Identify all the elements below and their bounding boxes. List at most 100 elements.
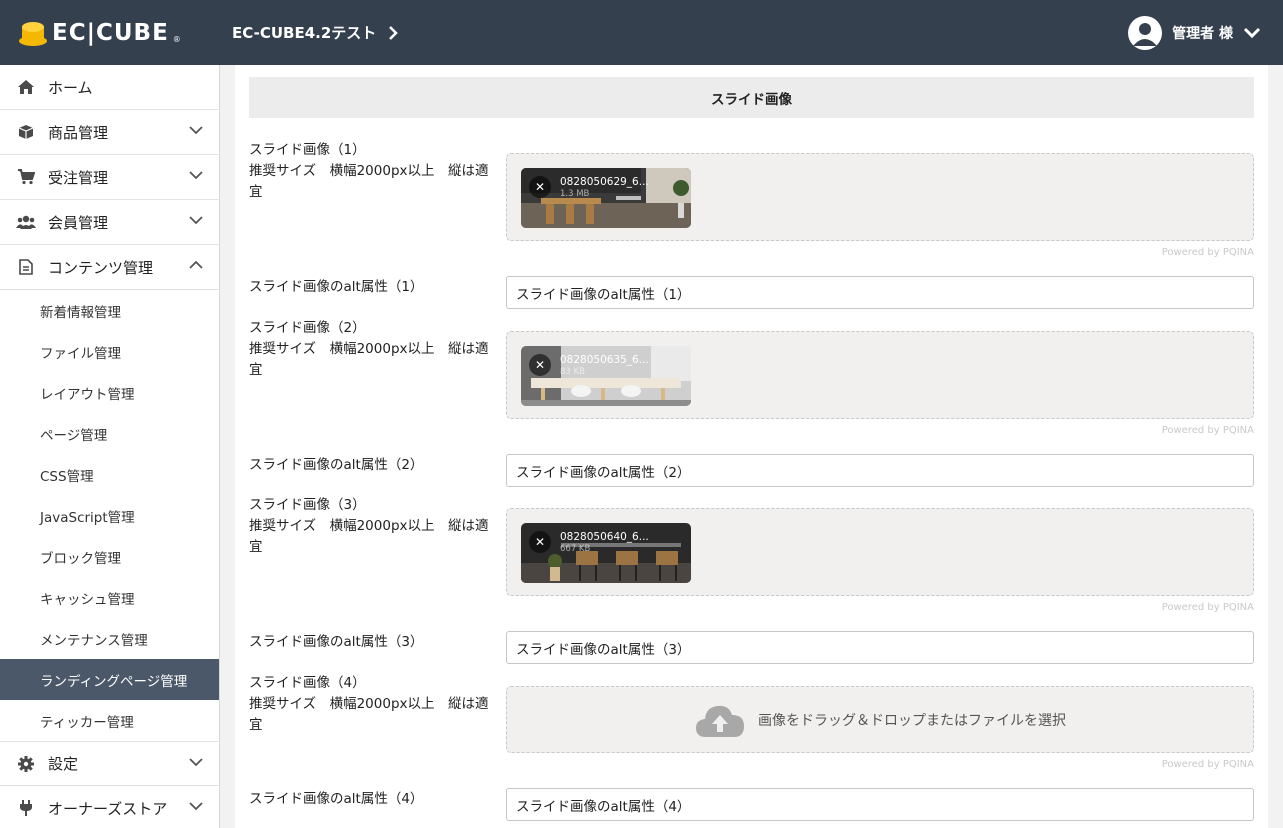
users-icon [16,212,36,232]
file-name: 0828050640_6... [560,531,649,543]
ec-cube-logo[interactable]: EC|CUBE ® [18,18,181,48]
slide-label-title: スライド画像（1） [249,142,366,158]
sidebar-subitem-news[interactable]: 新着情報管理 [0,290,219,331]
slide-label-title: スライド画像（2） [249,320,366,336]
sidebar-subitem-maintenance[interactable]: メンテナンス管理 [0,618,219,659]
image-dropzone[interactable]: ✕ 0828050635_6... 83 KB [506,331,1254,419]
alt-label: スライド画像のalt属性（2） [249,457,424,473]
powered-by-pqina[interactable]: Powered by PQINA [1162,759,1254,770]
sidebar-item-label: オーナーズストア [48,799,168,818]
powered-by-pqina[interactable]: Powered by PQINA [1162,602,1254,613]
file-size: 83 KB [560,367,585,377]
sidebar-item-contents[interactable]: コンテンツ管理 [0,245,219,290]
image-thumbnail: ✕ 0828050635_6... 83 KB [521,346,691,406]
user-menu[interactable]: 管理者 様 [1128,16,1261,50]
file-icon [16,257,36,277]
shop-name-link[interactable]: EC-CUBE4.2テスト [232,22,399,43]
image-dropzone[interactable]: ✕ 0828050640_6... 667 KB [506,508,1254,596]
sidebar: ホーム 商品管理 受注管理 会員管理 コンテンツ管理 新着情報管理 ファイル管理… [0,65,220,828]
slide-label-title: スライド画像（3） [249,497,366,513]
sidebar-subitem-ticker[interactable]: ティッカー管理 [0,700,219,741]
sidebar-item-label: 設定 [48,755,79,773]
chevron-down-icon [189,171,203,180]
chevron-down-icon [1243,27,1261,39]
sidebar-item-home[interactable]: ホーム [0,65,219,110]
file-size: 1.3 MB [560,189,590,199]
slide-label-size-cont: 宜 [249,184,263,200]
image-dropzone[interactable]: 画像をドラッグ＆ドロップまたはファイルを選択 [506,686,1254,753]
slide-label-size: 推奨サイズ 横幅2000px以上 縦は適 [249,696,489,712]
sidebar-item-label: コンテンツ管理 [48,258,154,277]
slide-label-size-cont: 宜 [249,539,263,555]
slide-label-size-cont: 宜 [249,717,263,733]
cloud-upload-icon [696,705,744,737]
sidebar-item-orders[interactable]: 受注管理 [0,155,219,200]
slide-label-size-cont: 宜 [249,362,263,378]
remove-image-button[interactable]: ✕ [529,354,551,376]
chevron-down-icon [189,216,203,225]
sidebar-item-members[interactable]: 会員管理 [0,200,219,245]
alt-input[interactable] [506,454,1254,487]
sidebar-subitem-layout[interactable]: レイアウト管理 [0,372,219,413]
chevron-down-icon [189,802,203,811]
slide-label: スライド画像（3） 推奨サイズ 横幅2000px以上 縦は適 宜 [249,495,489,558]
logo-text: EC|CUBE [52,20,169,46]
slide-label: スライド画像（4） 推奨サイズ 横幅2000px以上 縦は適 宜 [249,673,489,736]
slide-label-size: 推奨サイズ 横幅2000px以上 縦は適 [249,518,489,534]
alt-label: スライド画像のalt属性（4） [249,791,424,807]
sidebar-item-label: 商品管理 [48,123,109,142]
powered-by-pqina[interactable]: Powered by PQINA [1162,425,1254,436]
slide-label-size: 推奨サイズ 横幅2000px以上 縦は適 [249,163,489,179]
remove-image-button[interactable]: ✕ [529,531,551,553]
logo-registered-mark: ® [172,35,181,44]
sidebar-subitem-javascript[interactable]: JavaScript管理 [0,495,219,536]
section-title: スライド画像 [249,77,1254,118]
file-size: 667 KB [560,544,591,554]
slide-label: スライド画像（1） 推奨サイズ 横幅2000px以上 縦は適 宜 [249,140,489,203]
sidebar-subitem-cache[interactable]: キャッシュ管理 [0,577,219,618]
home-icon [16,77,36,97]
powered-by-pqina[interactable]: Powered by PQINA [1162,247,1254,258]
alt-input[interactable] [506,276,1254,309]
chevron-up-icon [189,260,203,269]
dropzone-text: 画像をドラッグ＆ドロップまたはファイルを選択 [758,712,1066,729]
plug-icon [16,798,36,818]
shop-name: EC-CUBE4.2テスト [232,24,377,42]
gear-icon [16,754,36,774]
cart-icon [16,167,36,187]
slide-label-title: スライド画像（4） [249,675,366,691]
sidebar-item-settings[interactable]: 設定 [0,741,219,786]
top-header: EC|CUBE ® EC-CUBE4.2テスト 管理者 様 [0,0,1283,65]
user-name: 管理者 様 [1172,26,1233,42]
sidebar-item-label: ホーム [48,78,93,97]
cube-icon [16,122,36,142]
slide-label: スライド画像（2） 推奨サイズ 横幅2000px以上 縦は適 宜 [249,318,489,381]
alt-label: スライド画像のalt属性（1） [249,279,424,295]
file-name: 0828050629_6... [560,176,649,188]
sidebar-subitem-blocks[interactable]: ブロック管理 [0,536,219,577]
sidebar-item-label: 受注管理 [48,168,109,187]
main-content: スライド画像 スライド画像（1） 推奨サイズ 横幅2000px以上 縦は適 宜 … [235,65,1268,828]
chevron-down-icon [189,126,203,135]
file-name: 0828050635_6... [560,354,649,366]
image-dropzone[interactable]: ✕ 0828050629_6... 1.3 MB [506,153,1254,241]
alt-input[interactable] [506,631,1254,664]
remove-image-button[interactable]: ✕ [529,176,551,198]
sidebar-subitem-landing-page[interactable]: ランディングページ管理 [0,659,219,700]
image-thumbnail: ✕ 0828050629_6... 1.3 MB [521,168,691,228]
page-scrollbar[interactable] [1268,65,1283,828]
image-thumbnail: ✕ 0828050640_6... 667 KB [521,523,691,583]
cube-logo-icon [19,22,47,46]
sidebar-item-label: 会員管理 [48,213,109,232]
slide-label-size: 推奨サイズ 横幅2000px以上 縦は適 [249,341,489,357]
sidebar-subitem-css[interactable]: CSS管理 [0,454,219,495]
chevron-down-icon [189,758,203,767]
chevron-right-icon [389,25,399,40]
sidebar-subitem-pages[interactable]: ページ管理 [0,413,219,454]
avatar-icon [1128,16,1163,50]
alt-input[interactable] [506,788,1254,821]
alt-label: スライド画像のalt属性（3） [249,634,424,650]
sidebar-subitem-files[interactable]: ファイル管理 [0,331,219,372]
sidebar-item-owners-store[interactable]: オーナーズストア [0,786,219,828]
sidebar-item-products[interactable]: 商品管理 [0,110,219,155]
